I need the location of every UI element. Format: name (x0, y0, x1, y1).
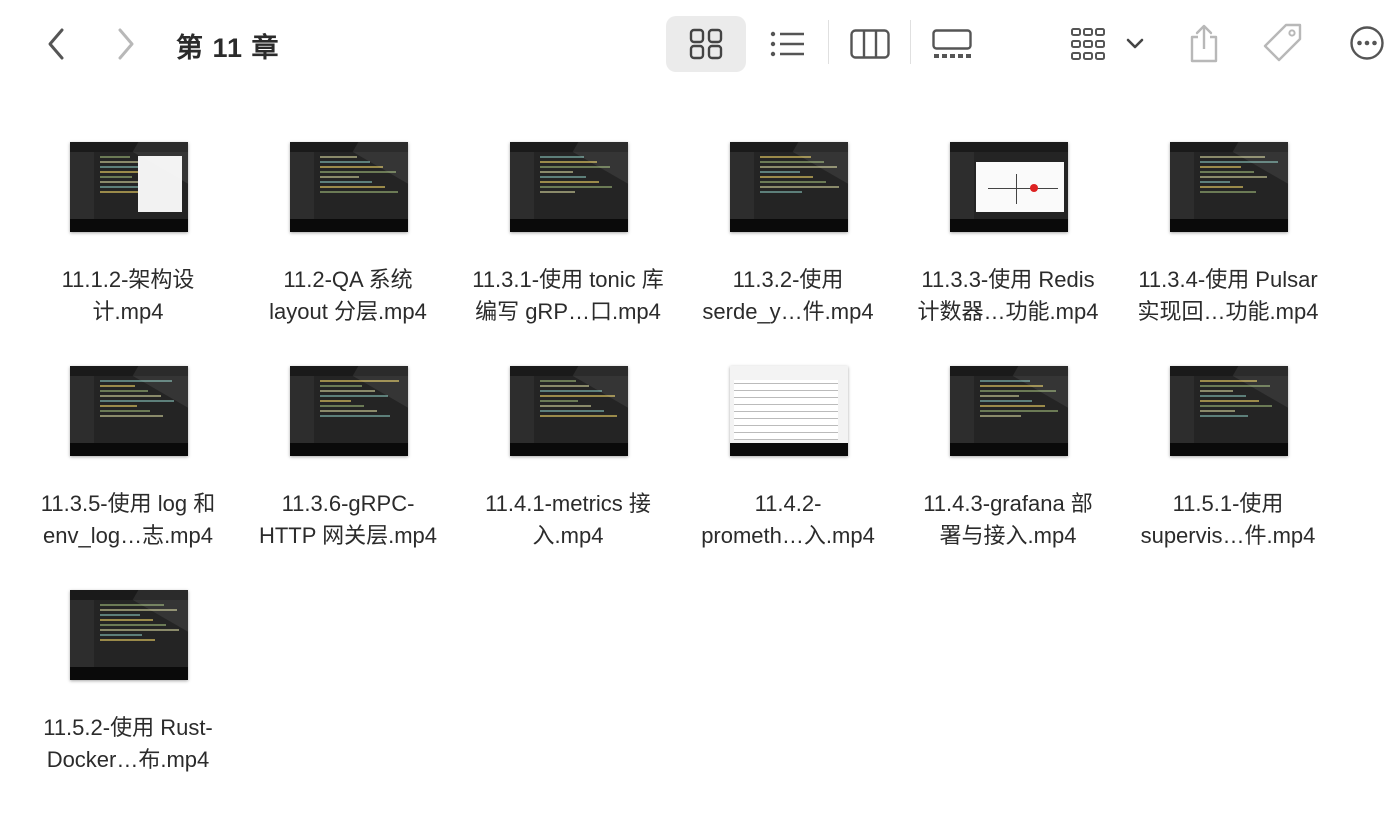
file-name-line: 11.1.2-架构设 (61, 267, 195, 292)
file-item[interactable]: 11.4.2- prometh…入.mp4 (680, 342, 896, 562)
file-item[interactable]: 11.3.5-使用 log 和 env_log…志.mp4 (20, 342, 236, 562)
file-name: 11.3.4-使用 Pulsar 实现回…功能.mp4 (1120, 264, 1336, 328)
video-thumbnail (70, 366, 188, 456)
file-name-line: 11.3.6-gRPC- (281, 491, 415, 516)
list-view-button[interactable] (760, 22, 816, 66)
file-item[interactable]: 11.2-QA 系统 layout 分层.mp4 (240, 118, 456, 338)
file-name: 11.4.3-grafana 部署与接入.mp4 (900, 488, 1116, 552)
file-item[interactable]: 11.1.2-架构设 计.mp4 (20, 118, 236, 338)
file-name-line: 11.3.1-使用 tonic 库 (472, 267, 664, 292)
file-item[interactable]: 11.5.2-使用 Rust- Docker…布.mp4 (20, 566, 236, 786)
file-name: 11.5.2-使用 Rust- Docker…布.mp4 (20, 712, 236, 776)
icon-view-button[interactable] (666, 16, 746, 72)
video-thumbnail (1170, 366, 1288, 456)
group-icon (1071, 28, 1144, 60)
file-name: 11.3.6-gRPC- HTTP 网关层.mp4 (240, 488, 456, 552)
file-name-line: 署与接入.mp4 (939, 523, 1077, 548)
chevron-right-icon (118, 28, 134, 60)
group-button[interactable] (1068, 20, 1150, 68)
chevron-left-icon (48, 28, 64, 60)
toolbar: 第 11 章 (0, 0, 1392, 88)
file-item[interactable]: 11.4.1-metrics 接入.mp4 (460, 342, 676, 562)
file-name-line: serde_y…件.mp4 (702, 299, 874, 324)
video-thumbnail (950, 142, 1068, 232)
file-name-line: layout 分层.mp4 (269, 299, 427, 324)
toolbar-divider (910, 20, 911, 64)
video-thumbnail (290, 142, 408, 232)
file-name-line: 计.mp4 (92, 299, 164, 324)
video-thumbnail (730, 366, 848, 456)
more-button[interactable] (1344, 18, 1390, 68)
file-name-line: 11.3.5-使用 log 和 (40, 491, 216, 516)
file-name: 11.3.5-使用 log 和 env_log…志.mp4 (20, 488, 236, 552)
forward-button[interactable] (108, 24, 144, 64)
share-icon (1190, 24, 1218, 63)
tag-button[interactable] (1258, 18, 1308, 68)
file-name-line: 11.5.2-使用 Rust- (43, 715, 213, 740)
file-name-line: 11.3.4-使用 Pulsar (1138, 267, 1318, 292)
file-name: 11.4.1-metrics 接入.mp4 (460, 488, 676, 552)
file-name-line: supervis…件.mp4 (1140, 523, 1316, 548)
file-name-line: 11.4.2- (754, 491, 822, 516)
video-thumbnail (290, 366, 408, 456)
video-thumbnail (510, 366, 628, 456)
file-name-line: 计数器…功能.mp4 (917, 299, 1099, 324)
file-name: 11.5.1-使用 supervis…件.mp4 (1120, 488, 1336, 552)
file-name-line: 11.4.3-grafana 部 (923, 491, 1093, 516)
file-name-line: Docker…布.mp4 (46, 747, 210, 772)
file-name-line: 编写 gRP…口.mp4 (475, 299, 661, 324)
video-thumbnail (950, 366, 1068, 456)
window-title: 第 11 章 (176, 33, 280, 63)
file-name-line: 实现回…功能.mp4 (1137, 299, 1319, 324)
file-item[interactable]: 11.5.1-使用 supervis…件.mp4 (1120, 342, 1336, 562)
video-thumbnail (510, 142, 628, 232)
file-item[interactable]: 11.3.1-使用 tonic 库编写 gRP…口.mp4 (460, 118, 676, 338)
ellipsis-icon (1350, 26, 1384, 60)
video-thumbnail (1170, 142, 1288, 232)
file-name-line: 11.5.1-使用 (1172, 491, 1284, 516)
file-name: 11.4.2- prometh…入.mp4 (680, 488, 896, 552)
column-view-button[interactable] (842, 22, 898, 66)
file-item[interactable]: 11.3.3-使用 Redis 计数器…功能.mp4 (900, 118, 1116, 338)
file-name-line: 11.2-QA 系统 (283, 267, 413, 292)
file-item[interactable]: 11.3.2-使用 serde_y…件.mp4 (680, 118, 896, 338)
video-thumbnail (70, 142, 188, 232)
video-thumbnail (70, 590, 188, 680)
video-thumbnail (730, 142, 848, 232)
grid-icon (689, 28, 723, 60)
file-name-line: 入.mp4 (532, 523, 604, 548)
share-button[interactable] (1182, 18, 1226, 68)
file-item[interactable]: 11.3.6-gRPC- HTTP 网关层.mp4 (240, 342, 456, 562)
file-name-line: 11.3.2-使用 (732, 267, 844, 292)
back-button[interactable] (38, 24, 74, 64)
list-icon (770, 31, 804, 57)
tag-icon (1263, 23, 1302, 62)
file-name-line: HTTP 网关层.mp4 (258, 523, 438, 548)
file-name: 11.3.3-使用 Redis 计数器…功能.mp4 (900, 264, 1116, 328)
file-item[interactable]: 11.4.3-grafana 部署与接入.mp4 (900, 342, 1116, 562)
columns-icon (850, 29, 890, 59)
file-name: 11.3.2-使用 serde_y…件.mp4 (680, 264, 896, 328)
gallery-icon (932, 29, 972, 58)
file-name-line: env_log…志.mp4 (43, 523, 213, 548)
file-name-line: 11.3.3-使用 Redis (921, 267, 1095, 292)
file-name: 11.1.2-架构设 计.mp4 (20, 264, 236, 328)
file-name: 11.3.1-使用 tonic 库编写 gRP…口.mp4 (460, 264, 676, 328)
file-name: 11.2-QA 系统 layout 分层.mp4 (240, 264, 456, 328)
file-item[interactable]: 11.3.4-使用 Pulsar 实现回…功能.mp4 (1120, 118, 1336, 338)
file-name-line: 11.4.1-metrics 接 (485, 491, 651, 516)
toolbar-divider (828, 20, 829, 64)
gallery-view-button[interactable] (922, 22, 982, 66)
file-name-line: prometh…入.mp4 (701, 523, 875, 548)
